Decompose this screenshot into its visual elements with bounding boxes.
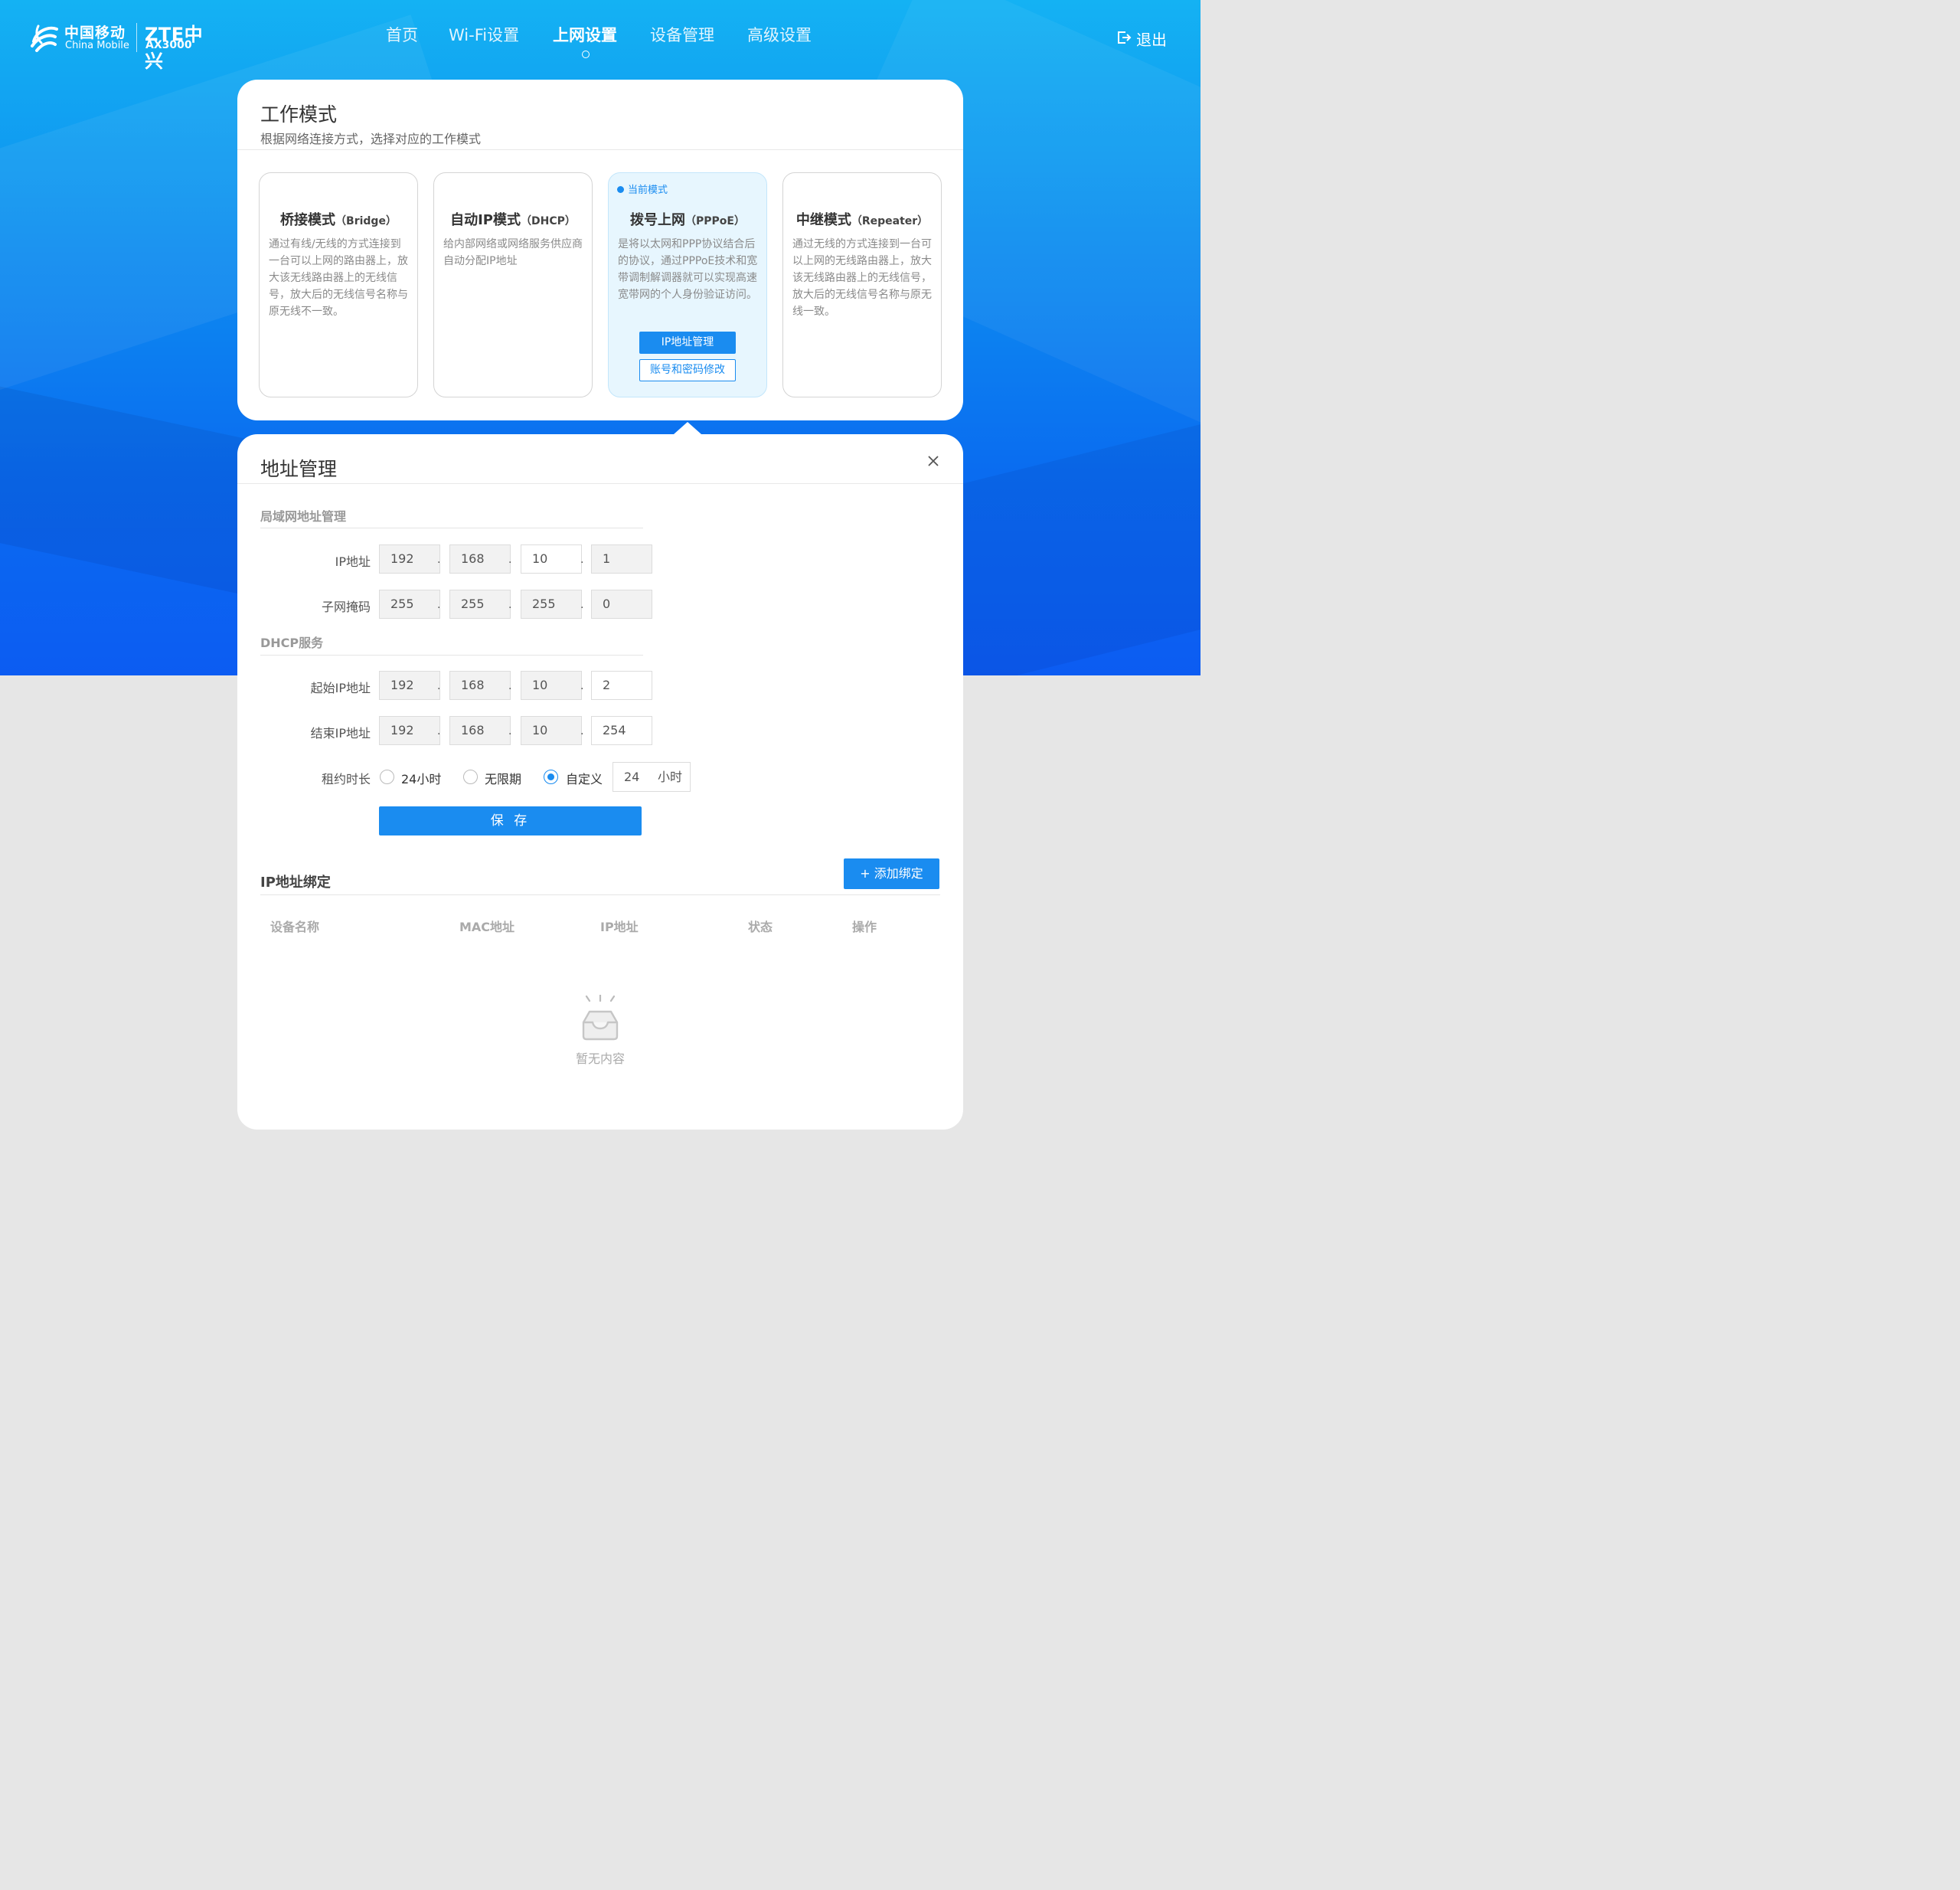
ip-dot: . xyxy=(580,725,584,737)
mode-title: 拨号上网（PPPoE） xyxy=(630,212,745,228)
end-octet-1: 192 xyxy=(379,716,440,745)
nav-internet[interactable]: 上网设置 xyxy=(553,23,617,46)
col-ip: IP地址 xyxy=(600,920,639,934)
ip-dot: . xyxy=(508,599,512,611)
lease-option-custom[interactable]: 自定义 xyxy=(566,769,603,787)
model-name: AX3000 xyxy=(145,39,192,51)
lease-duration-field[interactable]: 24 小时 xyxy=(612,762,691,792)
ip-dot: . xyxy=(437,725,441,737)
nav-active-indicator xyxy=(582,51,590,58)
ip-octet-1: 192 xyxy=(379,544,440,574)
brand-en: China Mobile xyxy=(65,40,129,51)
logo-divider xyxy=(136,23,137,52)
lease-option-unlimited[interactable]: 无限期 xyxy=(485,769,521,787)
mode-desc: 给内部网络或网络服务供应商自动分配IP地址 xyxy=(443,238,583,267)
lease-unit: 小时 xyxy=(658,770,683,784)
dhcp-section-title: DHCP服务 xyxy=(260,636,324,650)
lan-section-title: 局域网地址管理 xyxy=(260,509,347,524)
start-octet-2: 168 xyxy=(449,671,511,700)
ip-dot: . xyxy=(437,680,441,692)
ip-octet-3-input[interactable]: 10 xyxy=(521,544,582,574)
mask-label: 子网掩码 xyxy=(321,600,371,614)
top-bar: 中国移动 China Mobile ZTE中兴 AX3000 首页 Wi-Fi设… xyxy=(0,0,1200,77)
ip-label: IP地址 xyxy=(335,554,371,569)
work-mode-title: 工作模式 xyxy=(260,103,338,126)
section-divider xyxy=(260,894,940,895)
ip-octet-2: 168 xyxy=(449,544,511,574)
lease-label: 租约时长 xyxy=(321,772,371,786)
start-ip-label: 起始IP地址 xyxy=(310,681,371,695)
mode-desc: 通过有线/无线的方式连接到一台可以上网的路由器上，放大该无线路由器上的无线信号，… xyxy=(269,238,408,318)
col-device-name: 设备名称 xyxy=(270,920,320,934)
work-mode-card: 工作模式 根据网络连接方式，选择对应的工作模式 桥接模式（Bridge） 通过有… xyxy=(237,80,963,420)
address-management-panel: 地址管理 局域网地址管理 IP地址 192 . 168 . 10 . 1 子网掩… xyxy=(237,434,963,1130)
mode-title: 自动IP模式（DHCP） xyxy=(450,212,576,228)
mode-desc: 通过无线的方式连接到一台可以上网的无线路由器上，放大该无线路由器上的无线信号，放… xyxy=(792,238,932,318)
ip-management-button[interactable]: IP地址管理 xyxy=(639,332,736,354)
ip-dot: . xyxy=(580,680,584,692)
account-password-button[interactable]: 账号和密码修改 xyxy=(639,359,736,381)
ip-dot: . xyxy=(580,599,584,611)
lease-radio-unlimited[interactable] xyxy=(463,770,478,784)
nav-device[interactable]: 设备管理 xyxy=(650,23,714,46)
china-mobile-logo-icon xyxy=(31,25,58,52)
brand-cn: 中国移动 xyxy=(64,25,126,41)
save-button[interactable]: 保 存 xyxy=(379,806,642,835)
ip-dot: . xyxy=(437,599,441,611)
col-mac: MAC地址 xyxy=(459,920,515,934)
mask-octet-2: 255 xyxy=(449,590,511,619)
address-panel-title: 地址管理 xyxy=(260,458,338,480)
logout-icon xyxy=(1118,31,1132,44)
close-icon[interactable] xyxy=(926,454,940,468)
current-dot-icon xyxy=(617,186,624,193)
brand-logo: 中国移动 China Mobile ZTE中兴 AX3000 xyxy=(29,21,213,72)
mode-dhcp[interactable]: 自动IP模式（DHCP） 给内部网络或网络服务供应商自动分配IP地址 xyxy=(433,172,593,397)
divider xyxy=(237,483,963,484)
ip-dot: . xyxy=(580,554,584,566)
end-ip-label: 结束IP地址 xyxy=(310,726,371,741)
ip-dot: . xyxy=(508,725,512,737)
mode-title: 桥接模式（Bridge） xyxy=(280,212,397,228)
lease-radio-custom[interactable] xyxy=(544,770,558,784)
nav-advanced[interactable]: 高级设置 xyxy=(747,23,812,46)
mask-octet-4: 0 xyxy=(591,590,652,619)
add-binding-button[interactable]: + 添加绑定 xyxy=(844,858,939,889)
start-octet-1: 192 xyxy=(379,671,440,700)
ip-dot: . xyxy=(508,554,512,566)
start-octet-3: 10 xyxy=(521,671,582,700)
end-octet-3: 10 xyxy=(521,716,582,745)
empty-inbox-icon xyxy=(582,995,619,1041)
lease-value-input[interactable]: 24 xyxy=(624,763,639,791)
ip-dot: . xyxy=(437,554,441,566)
section-divider xyxy=(260,655,643,656)
start-octet-4-input[interactable]: 2 xyxy=(591,671,652,700)
mode-bridge[interactable]: 桥接模式（Bridge） 通过有线/无线的方式连接到一台可以上网的路由器上，放大… xyxy=(259,172,418,397)
col-action: 操作 xyxy=(852,920,877,934)
lease-option-24h[interactable]: 24小时 xyxy=(401,769,441,787)
nav-home[interactable]: 首页 xyxy=(386,23,418,46)
divider xyxy=(237,149,963,150)
end-octet-4-input[interactable]: 254 xyxy=(591,716,652,745)
mode-title: 中继模式（Repeater） xyxy=(795,212,929,228)
end-octet-2: 168 xyxy=(449,716,511,745)
ip-binding-title: IP地址绑定 xyxy=(260,875,331,891)
mask-octet-3: 255 xyxy=(521,590,582,619)
mode-desc: 是将以太网和PPP协议结合后的协议，通过PPPoE技术和宽带调制解调器就可以实现… xyxy=(618,238,758,301)
mode-repeater[interactable]: 中继模式（Repeater） 通过无线的方式连接到一台可以上网的无线路由器上，放… xyxy=(782,172,942,397)
work-mode-subtitle: 根据网络连接方式，选择对应的工作模式 xyxy=(260,132,482,146)
ip-octet-4: 1 xyxy=(591,544,652,574)
col-status: 状态 xyxy=(748,920,773,934)
empty-state-text: 暂无内容 xyxy=(575,1051,625,1066)
mask-octet-1: 255 xyxy=(379,590,440,619)
mode-pppoe[interactable]: 当前模式 拨号上网（PPPoE） 是将以太网和PPP协议结合后的协议，通过PPP… xyxy=(608,172,767,397)
lease-radio-24h[interactable] xyxy=(380,770,394,784)
ip-dot: . xyxy=(508,680,512,692)
logout-label: 退出 xyxy=(1136,31,1167,49)
current-mode-tag: 当前模式 xyxy=(617,181,668,196)
panel-pointer xyxy=(674,422,701,434)
nav-wifi[interactable]: Wi-Fi设置 xyxy=(449,23,519,46)
